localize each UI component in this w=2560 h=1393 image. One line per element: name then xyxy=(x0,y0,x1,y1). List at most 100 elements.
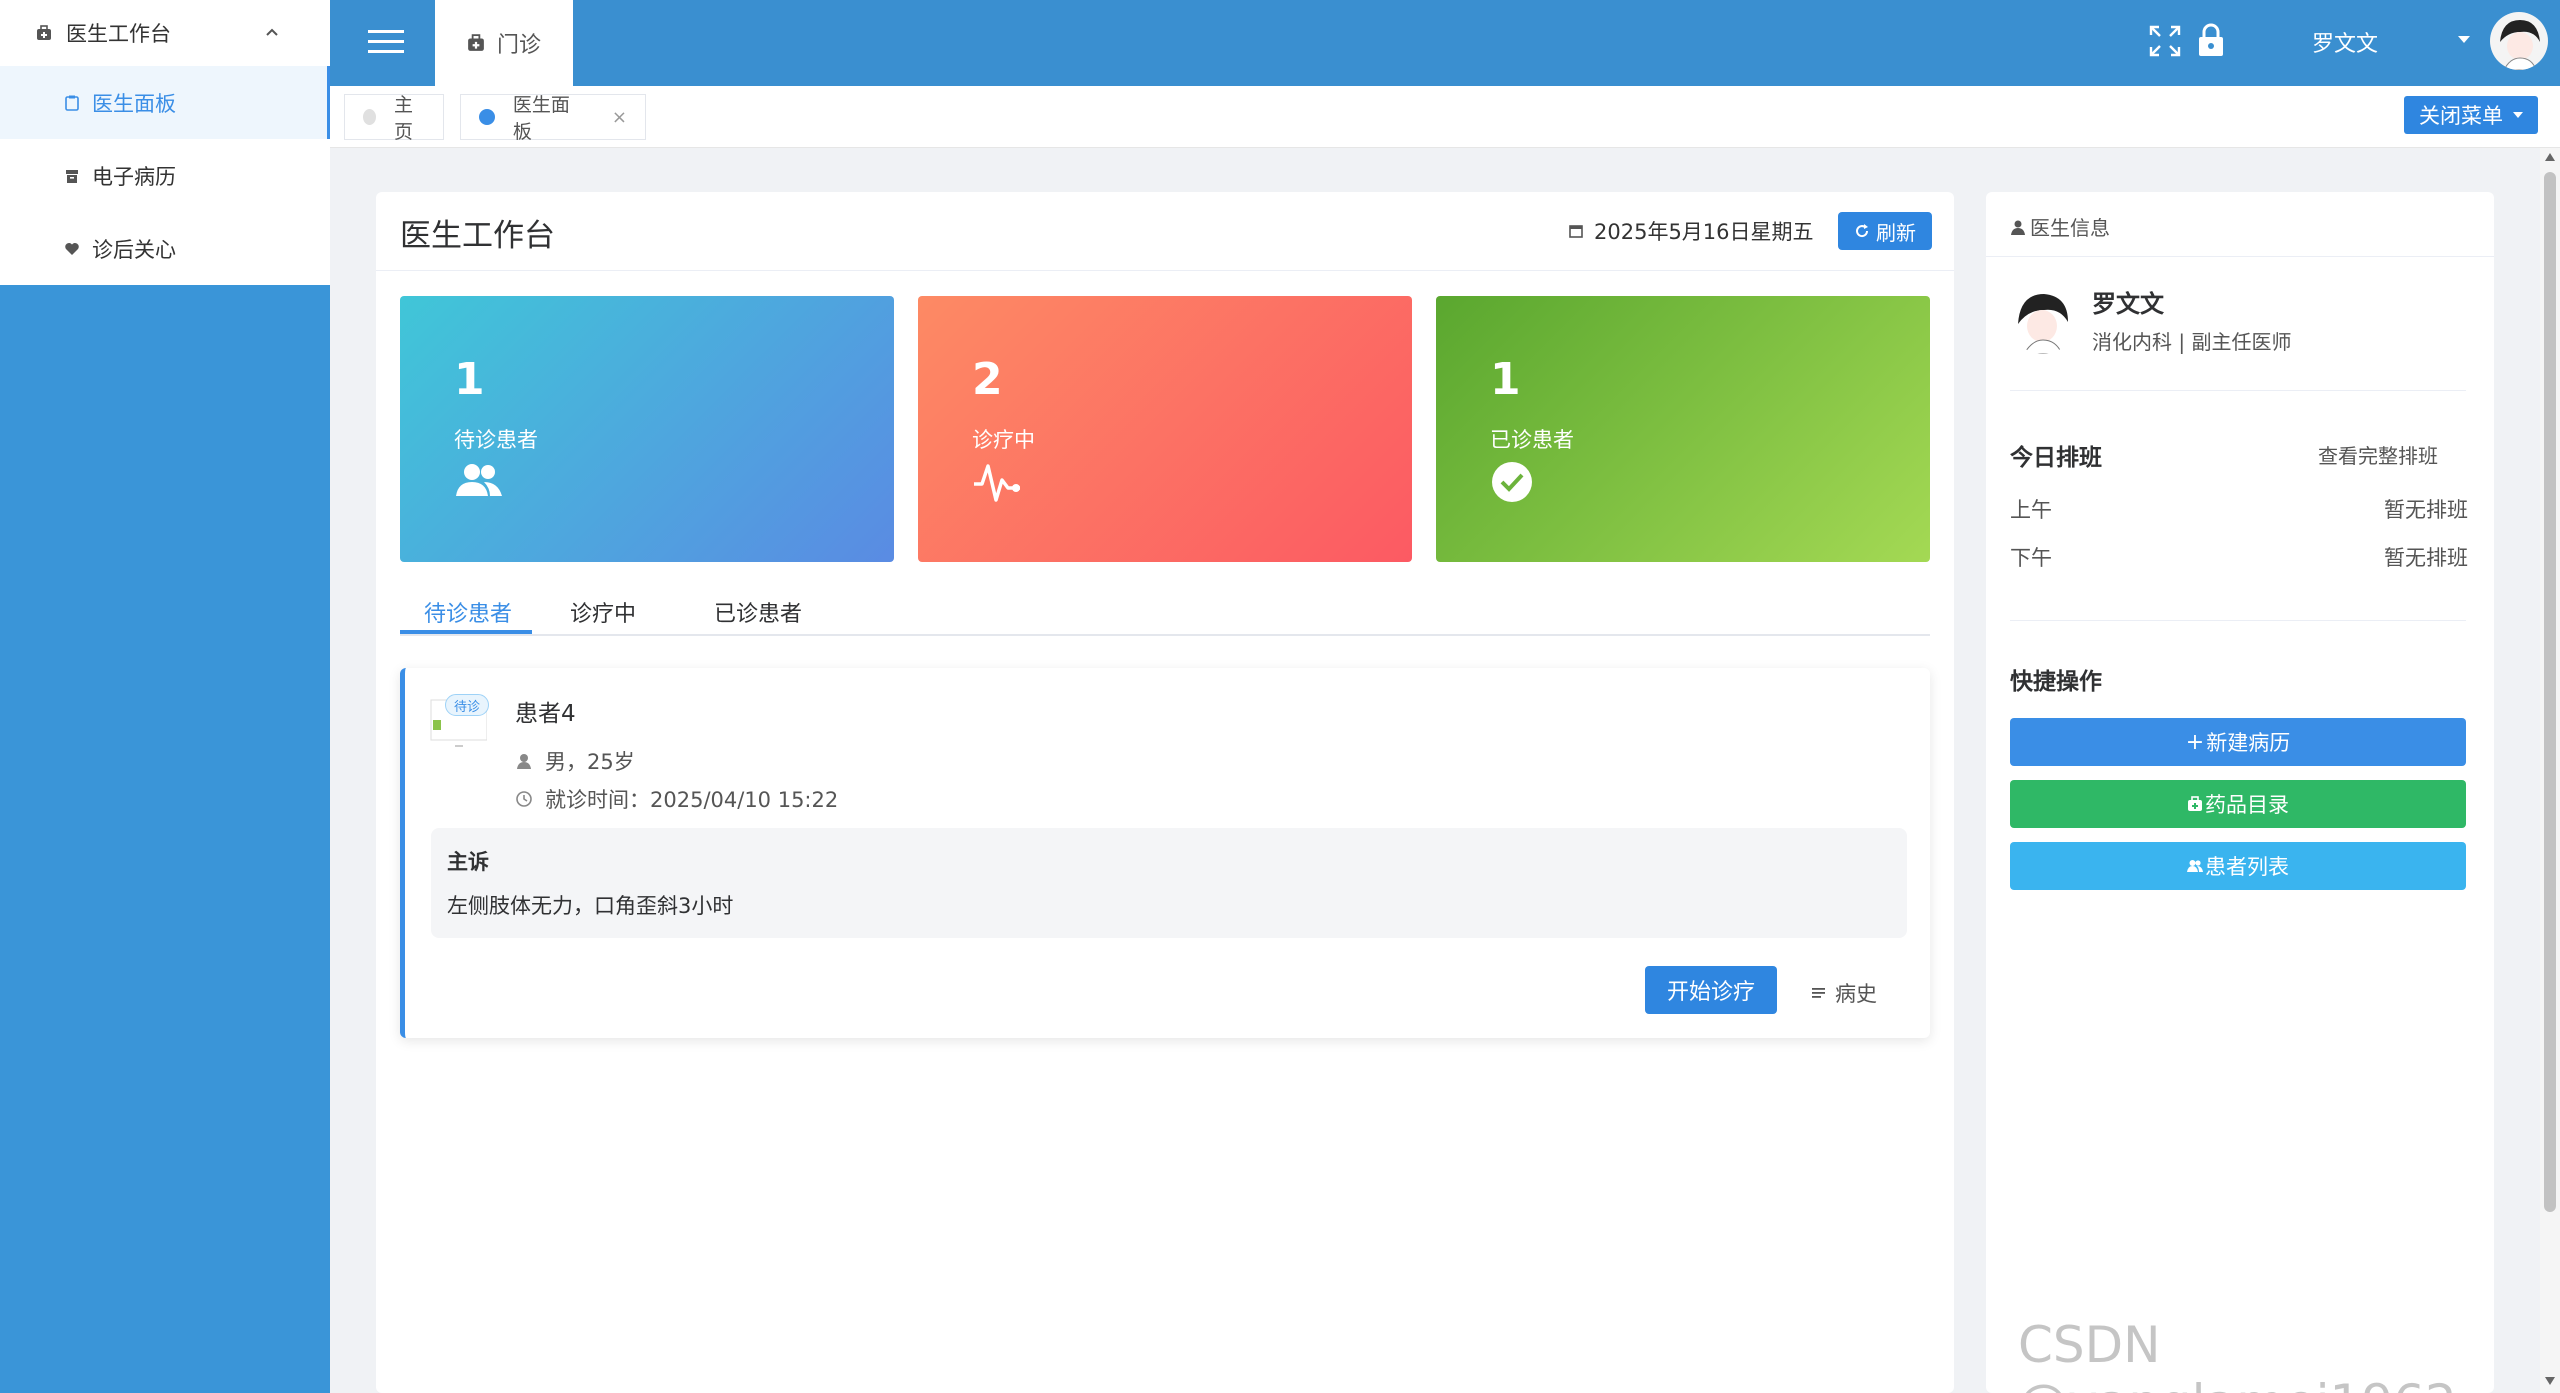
tab-in-treatment[interactable]: 诊疗中 xyxy=(570,596,636,628)
panel-header: 医生信息 xyxy=(2010,212,2110,241)
doctor-info-panel: 医生信息 罗文文 消化内科 | 副主任医师 今日排班 查看完整排班 上午 暂无排… xyxy=(1986,192,2494,1393)
sidebar-item-emr[interactable]: 电子病历 xyxy=(0,139,330,212)
stat-card-waiting[interactable]: 1 待诊患者 xyxy=(400,296,894,562)
hamburger-menu-icon[interactable] xyxy=(366,24,406,60)
lock-icon[interactable] xyxy=(2196,22,2226,58)
tag-dot xyxy=(479,109,495,125)
schedule-status: 暂无排班 xyxy=(2384,546,2468,570)
doctor-department: 消化内科 | 副主任医师 xyxy=(2092,330,2292,354)
divider xyxy=(1986,256,2494,257)
active-tab-indicator xyxy=(400,630,532,634)
fullscreen-icon[interactable] xyxy=(2148,24,2182,58)
history-button[interactable]: 病史 xyxy=(1811,978,1877,1008)
quick-actions-title: 快捷操作 xyxy=(2010,669,2102,695)
doctor-name: 罗文文 xyxy=(2092,290,2164,318)
drug-catalog-button[interactable]: 药品目录 xyxy=(2010,780,2466,828)
quick-action-label: 患者列表 xyxy=(2205,855,2289,879)
user-icon xyxy=(2011,220,2025,235)
sidebar-item-followup[interactable]: 诊后关心 xyxy=(0,212,330,285)
close-menu-button[interactable]: 关闭菜单 xyxy=(2404,96,2538,134)
patient-gender-age: 男，25岁 xyxy=(515,746,635,776)
view-full-schedule-link[interactable]: 查看完整排班 xyxy=(2318,440,2438,469)
users-icon xyxy=(456,464,502,496)
quick-action-label: 新建病历 xyxy=(2206,731,2291,755)
sidebar-group-label: 医生工作台 xyxy=(66,22,171,46)
sidebar-item-label: 电子病历 xyxy=(92,164,176,189)
tag-dot xyxy=(363,109,377,125)
patient-name: 患者4 xyxy=(515,701,576,727)
patient-card: 待诊 患者4 男，25岁 就诊时间：2025/04/10 15:22 主诉 左侧… xyxy=(400,668,1930,1038)
sidebar-item-label: 诊后关心 xyxy=(92,237,176,262)
clock-icon xyxy=(516,791,532,807)
medkit-icon xyxy=(468,34,484,51)
heart-icon xyxy=(65,242,79,255)
close-menu-label: 关闭菜单 xyxy=(2419,104,2503,128)
caret-down-icon xyxy=(2513,111,2523,118)
tab-completed[interactable]: 已诊患者 xyxy=(714,596,802,628)
user-name[interactable]: 罗文文 xyxy=(2312,26,2378,58)
stat-count: 1 xyxy=(1490,354,1521,405)
page-title: 医生工作台 xyxy=(400,218,555,254)
tag-home[interactable]: 主页 xyxy=(344,94,444,143)
stat-label: 待诊患者 xyxy=(454,428,538,452)
schedule-status: 暂无排班 xyxy=(2384,498,2468,522)
chief-complaint: 主诉 左侧肢体无力，口角歪斜3小时 xyxy=(431,828,1907,938)
clipboard-icon xyxy=(65,95,79,111)
main-card: 医生工作台 2025年5月16日星期五 刷新 1 待诊患者 2 诊疗中 1 已诊… xyxy=(376,192,1954,1393)
avatar[interactable] xyxy=(2490,12,2548,70)
complaint-text: 左侧肢体无力，口角歪斜3小时 xyxy=(447,894,734,918)
archive-icon xyxy=(66,169,78,183)
caret-down-icon[interactable] xyxy=(2458,36,2470,44)
stat-label: 诊疗中 xyxy=(972,428,1035,452)
stat-count: 2 xyxy=(972,354,1003,405)
tab-waiting[interactable]: 待诊患者 xyxy=(424,596,512,628)
sidebar: 医生工作台 医生面板 电子病历 诊后关心 xyxy=(0,0,330,1393)
stat-card-in-treatment[interactable]: 2 诊疗中 xyxy=(918,296,1412,562)
sidebar-group-doctor-workbench[interactable]: 医生工作台 xyxy=(0,0,330,66)
list-icon xyxy=(1812,988,1825,998)
plus-icon: + xyxy=(2185,729,2205,755)
patient-tabs: 待诊患者 诊疗中 已诊患者 xyxy=(400,590,1930,636)
top-tab-outpatient[interactable]: 门诊 xyxy=(435,0,573,86)
watermark: CSDN @yanglamei1962 xyxy=(2018,1316,2457,1393)
schedule-period: 上午 xyxy=(2010,498,2052,522)
history-label: 病史 xyxy=(1835,982,1877,1006)
medkit-icon xyxy=(2188,796,2202,811)
pulse-icon xyxy=(974,464,1020,502)
stat-count: 1 xyxy=(454,354,485,405)
user-icon xyxy=(517,754,531,769)
tag-label: 主页 xyxy=(394,94,414,143)
visit-time-text: 就诊时间：2025/04/10 15:22 xyxy=(545,788,839,812)
complaint-title: 主诉 xyxy=(447,850,489,874)
date-display: 2025年5月16日星期五 xyxy=(1568,216,1814,246)
check-circle-icon xyxy=(1492,462,1532,502)
refresh-label: 刷新 xyxy=(1876,220,1916,245)
tag-doctor-panel[interactable]: 医生面板 × xyxy=(460,94,646,143)
sidebar-item-doctor-panel[interactable]: 医生面板 xyxy=(0,66,330,139)
tags-bar: 主页 医生面板 × 关闭菜单 xyxy=(330,86,2560,148)
scroll-up-arrow-icon[interactable] xyxy=(2544,152,2556,162)
topbar: 门诊 罗文文 xyxy=(330,0,2560,86)
stat-card-completed[interactable]: 1 已诊患者 xyxy=(1436,296,1930,562)
gender-age-text: 男，25岁 xyxy=(545,750,635,774)
start-treatment-button[interactable]: 开始诊疗 xyxy=(1645,966,1777,1014)
top-tab-label: 门诊 xyxy=(496,33,541,58)
close-icon[interactable]: × xyxy=(612,107,627,128)
sidebar-item-label: 医生面板 xyxy=(92,91,176,116)
divider xyxy=(2010,390,2466,391)
panel-header-label: 医生信息 xyxy=(2030,216,2110,240)
new-record-button[interactable]: + 新建病历 xyxy=(2010,718,2466,766)
scrollbar-thumb[interactable] xyxy=(2544,172,2556,1212)
page-scrollbar[interactable] xyxy=(2540,148,2560,1393)
patient-visit-time: 就诊时间：2025/04/10 15:22 xyxy=(515,784,838,814)
date-text: 2025年5月16日星期五 xyxy=(1594,220,1814,244)
refresh-button[interactable]: 刷新 xyxy=(1838,212,1932,250)
medkit-icon xyxy=(37,25,51,40)
status-badge: 待诊 xyxy=(445,694,490,716)
sidebar-menu: 医生工作台 医生面板 电子病历 诊后关心 xyxy=(0,0,330,285)
users-icon xyxy=(2187,860,2203,872)
stat-label: 已诊患者 xyxy=(1490,428,1574,452)
patient-list-button[interactable]: 患者列表 xyxy=(2010,842,2466,890)
doctor-avatar xyxy=(2010,288,2076,354)
chevron-up-icon[interactable] xyxy=(262,22,282,42)
